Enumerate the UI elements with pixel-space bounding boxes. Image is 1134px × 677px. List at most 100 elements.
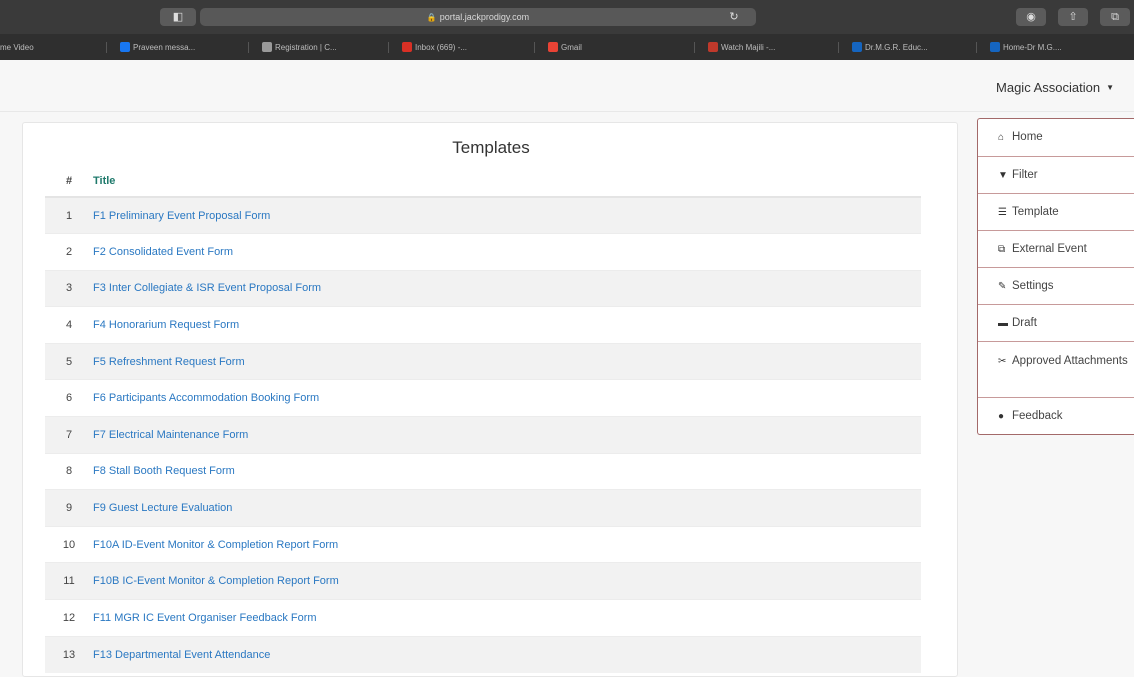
table-header-row: # Title xyxy=(45,165,921,198)
bookmark-label: Praveen messa... xyxy=(133,43,196,52)
messenger-icon xyxy=(120,42,130,52)
template-link[interactable]: F8 Stall Booth Request Form xyxy=(93,465,235,477)
table-row: 1 F1 Preliminary Event Proposal Form xyxy=(45,196,921,234)
template-link[interactable]: F10A ID-Event Monitor & Completion Repor… xyxy=(93,539,338,551)
table-row: 10 F10A ID-Event Monitor & Completion Rep… xyxy=(45,525,921,563)
table-row: 2 F2 Consolidated Event Form xyxy=(45,233,921,271)
row-title-cell: F5 Refreshment Request Form xyxy=(93,342,921,380)
row-title-cell: F6 Participants Accommodation Booking Fo… xyxy=(93,379,921,417)
table-row: 5 F5 Refreshment Request Form xyxy=(45,342,921,380)
sidebar-item-home[interactable]: ⌂ Home xyxy=(978,119,1134,156)
share-icon[interactable]: ⇧ xyxy=(1058,8,1088,26)
sidebar-item-settings[interactable]: ✎ Settings xyxy=(978,267,1134,304)
sidebar-item-draft[interactable]: ▬ Draft xyxy=(978,304,1134,341)
row-number: 11 xyxy=(45,562,93,600)
reload-icon[interactable]: ↻ xyxy=(714,8,754,26)
template-link[interactable]: F3 Inter Collegiate & ISR Event Proposal… xyxy=(93,282,321,294)
template-link[interactable]: F11 MGR IC Event Organiser Feedback Form xyxy=(93,612,317,624)
template-link[interactable]: F1 Preliminary Event Proposal Form xyxy=(93,210,270,222)
row-number: 10 xyxy=(45,525,93,563)
template-link[interactable]: F7 Electrical Maintenance Form xyxy=(93,429,248,441)
bookmark-item[interactable]: me Video xyxy=(0,41,34,54)
sidebar-item-label: Approved Attachments xyxy=(1012,355,1128,367)
row-number: 4 xyxy=(45,306,93,344)
bookmark-separator xyxy=(694,42,695,53)
tabs-icon[interactable]: ⧉ xyxy=(1100,8,1130,26)
home-icon: ⌂ xyxy=(998,132,1005,143)
template-link[interactable]: F6 Participants Accommodation Booking Fo… xyxy=(93,392,319,404)
template-link[interactable]: F4 Honorarium Request Form xyxy=(93,319,239,331)
bookmark-item[interactable]: Registration | C... xyxy=(262,41,337,54)
column-header-title: Title xyxy=(93,165,921,198)
bookmark-label: Dr.M.G.R. Educ... xyxy=(865,43,928,52)
row-number: 7 xyxy=(45,416,93,454)
sidebar-item-label: Draft xyxy=(1012,317,1037,329)
template-link[interactable]: F9 Guest Lecture Evaluation xyxy=(93,502,232,514)
bookmark-separator xyxy=(534,42,535,53)
sidebar-item-feedback[interactable]: ● Feedback xyxy=(978,397,1134,434)
bookmark-separator xyxy=(248,42,249,53)
row-title-cell: F8 Stall Booth Request Form xyxy=(93,452,921,490)
sidebar-item-filter[interactable]: ▼ Filter xyxy=(978,156,1134,193)
browser-toolbar: ◧ 🔒 portal.jackprodigy.com ↻ ◉ ⇧ ⧉ xyxy=(0,0,1134,34)
sidebar-item-template[interactable]: ☰ Template xyxy=(978,193,1134,230)
row-title-cell: F10B IC-Event Monitor & Completion Repor… xyxy=(93,562,921,600)
bookmark-item[interactable]: Home-Dr M.G.... xyxy=(990,41,1062,54)
sidebar-item-label: Filter xyxy=(1012,169,1038,181)
paperclip-icon: ✂ xyxy=(998,356,1007,367)
table-row: 4 F4 Honorarium Request Form xyxy=(45,306,921,344)
external-link-icon: ⧉ xyxy=(998,244,1006,255)
filter-icon: ▼ xyxy=(998,170,1008,181)
sidebar-item-label: Template xyxy=(1012,206,1059,218)
bookmark-separator xyxy=(838,42,839,53)
address-bar[interactable]: 🔒 portal.jackprodigy.com xyxy=(200,8,756,26)
template-link[interactable]: F10B IC-Event Monitor & Completion Repor… xyxy=(93,575,339,587)
column-header-number: # xyxy=(45,165,93,198)
bookmark-item[interactable]: Inbox (669) -... xyxy=(402,41,467,54)
gmail-icon xyxy=(402,42,412,52)
sidebar-item-label: Home xyxy=(1012,131,1043,143)
row-title-cell: F4 Honorarium Request Form xyxy=(93,306,921,344)
wrench-icon: ✎ xyxy=(998,281,1007,292)
bookmark-label: Watch Majili -... xyxy=(721,43,776,52)
templates-panel: Templates # Title 1 F1 Preliminary Event … xyxy=(22,122,958,677)
user-menu-dropdown[interactable]: Magic Association ▼ xyxy=(996,80,1114,95)
template-link[interactable]: F13 Departmental Event Attendance xyxy=(93,649,270,661)
bookmark-label: me Video xyxy=(0,43,34,52)
row-title-cell: F7 Electrical Maintenance Form xyxy=(93,416,921,454)
sidebar-item-approved-attachments[interactable]: ✂ Approved Attachments xyxy=(978,341,1134,397)
caret-down-icon: ▼ xyxy=(1106,83,1114,92)
row-number: 12 xyxy=(45,599,93,637)
university-icon xyxy=(852,42,862,52)
template-link[interactable]: F2 Consolidated Event Form xyxy=(93,246,233,258)
row-title-cell: F9 Guest Lecture Evaluation xyxy=(93,489,921,527)
template-link[interactable]: F5 Refreshment Request Form xyxy=(93,356,245,368)
row-number: 1 xyxy=(45,196,93,234)
google-icon xyxy=(548,42,558,52)
list-icon: ☰ xyxy=(998,207,1007,218)
row-number: 9 xyxy=(45,489,93,527)
sidebar-toggle-button[interactable]: ◧ xyxy=(160,8,196,26)
bookmark-label: Inbox (669) -... xyxy=(415,43,468,52)
bookmark-item[interactable]: Dr.M.G.R. Educ... xyxy=(852,41,928,54)
bookmark-separator xyxy=(976,42,977,53)
row-title-cell: F2 Consolidated Event Form xyxy=(93,233,921,271)
page-icon xyxy=(262,42,272,52)
table-row: 8 F8 Stall Booth Request Form xyxy=(45,452,921,490)
bookmark-item[interactable]: Gmail xyxy=(548,41,582,54)
row-number: 8 xyxy=(45,452,93,490)
table-row: 13 F13 Departmental Event Attendance xyxy=(45,635,921,673)
privacy-icon[interactable]: ◉ xyxy=(1016,8,1046,26)
university-icon xyxy=(990,42,1000,52)
sidebar-item-label: Feedback xyxy=(1012,410,1063,422)
bookmark-label: Home-Dr M.G.... xyxy=(1003,43,1062,52)
row-title-cell: F3 Inter Collegiate & ISR Event Proposal… xyxy=(93,269,921,307)
row-title-cell: F13 Departmental Event Attendance xyxy=(93,635,921,673)
bookmark-item[interactable]: Watch Majili -... xyxy=(708,41,775,54)
sidebar-item-external-event[interactable]: ⧉ External Event xyxy=(978,230,1134,267)
table-row: 12 F11 MGR IC Event Organiser Feedback Fo… xyxy=(45,599,921,637)
sidebar-item-label: External Event xyxy=(1012,243,1087,255)
comment-icon: ● xyxy=(998,411,1005,422)
bookmark-item[interactable]: Praveen messa... xyxy=(120,41,195,54)
row-number: 2 xyxy=(45,233,93,271)
